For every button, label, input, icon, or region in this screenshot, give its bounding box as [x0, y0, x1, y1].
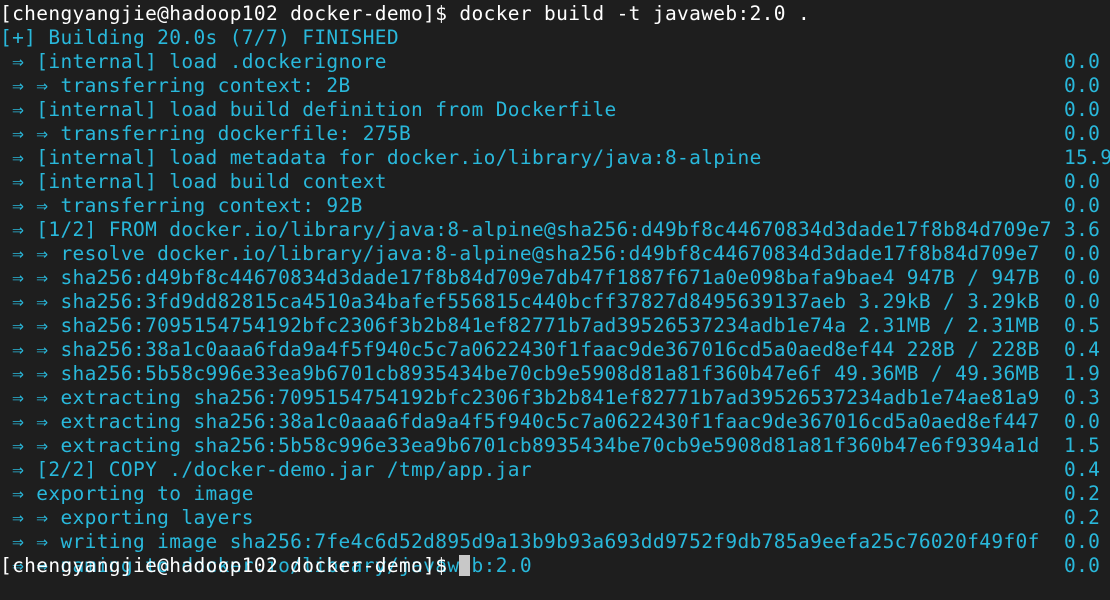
- step-duration: 3.6: [1064, 218, 1101, 241]
- step-duration: 0.0: [1064, 98, 1101, 121]
- build-step-line: ⇒ [internal] load build context: [0, 170, 387, 193]
- step-duration: 0.5: [1064, 314, 1101, 337]
- step-duration: 0.4: [1064, 338, 1101, 361]
- step-duration: 1.5: [1064, 434, 1101, 457]
- step-duration: 15.9: [1064, 146, 1110, 169]
- build-step-line: ⇒ ⇒ transferring dockerfile: 275B: [0, 122, 412, 145]
- build-step-line: ⇒ ⇒ sha256:3fd9dd82815ca4510a34bafef5568…: [0, 290, 1040, 313]
- step-duration: 0.0: [1064, 170, 1101, 193]
- step-duration: 0.0: [1064, 242, 1101, 265]
- build-step-line: ⇒ ⇒ resolve docker.io/library/java:8-alp…: [0, 242, 1040, 265]
- build-step-line: ⇒ ⇒ extracting sha256:7095154754192bfc23…: [0, 386, 1040, 409]
- build-step-line: ⇒ ⇒ transferring context: 2B: [0, 74, 351, 97]
- build-step-line: ⇒ ⇒ exporting layers: [0, 506, 254, 529]
- text-cursor: [459, 555, 471, 576]
- step-duration: 0.2: [1064, 482, 1101, 505]
- step-duration: 0.0: [1064, 554, 1101, 577]
- build-step-line: ⇒ [internal] load build definition from …: [0, 98, 617, 121]
- step-duration: 0.0: [1064, 122, 1101, 145]
- build-step-line: ⇒ exporting to image: [0, 482, 254, 505]
- step-duration: 0.0: [1064, 50, 1101, 73]
- step-duration: 0.2: [1064, 506, 1101, 529]
- command-text: docker build -t javaweb:2.0 .: [459, 2, 811, 25]
- shell-prompt: [chengyangjie@hadoop102 docker-demo]$: [0, 2, 460, 25]
- step-duration: 0.0: [1064, 410, 1101, 433]
- build-step-line: ⇒ ⇒ sha256:5b58c996e33ea9b6701cb8935434b…: [0, 362, 1040, 385]
- build-step-line: ⇒ ⇒ sha256:38a1c0aaa6fda9a4f5f940c5c7a06…: [0, 338, 1040, 361]
- step-duration: 0.0: [1064, 194, 1101, 217]
- step-duration: 0.4: [1064, 458, 1101, 481]
- build-step-line: ⇒ [2/2] COPY ./docker-demo.jar /tmp/app.…: [0, 458, 532, 481]
- build-step-line: ⇒ [internal] load .dockerignore: [0, 50, 387, 73]
- build-step-line: ⇒ ⇒ writing image sha256:7fe4c6d52d895d9…: [0, 530, 1040, 553]
- command-line: [chengyangjie@hadoop102 docker-demo]$ do…: [0, 2, 810, 26]
- build-step-line: ⇒ [1/2] FROM docker.io/library/java:8-al…: [0, 218, 1052, 241]
- build-step-line: ⇒ ⇒ extracting sha256:38a1c0aaa6fda9a4f5…: [0, 410, 1040, 433]
- build-step-line: ⇒ ⇒ transferring context: 92B: [0, 194, 363, 217]
- step-duration: 0.0: [1064, 74, 1101, 97]
- step-duration: 1.9: [1064, 362, 1101, 385]
- step-duration: 0.0: [1064, 266, 1101, 289]
- shell-prompt: [chengyangjie@hadoop102 docker-demo]$: [0, 554, 460, 577]
- step-duration: 0.3: [1064, 386, 1101, 409]
- final-prompt-line[interactable]: [chengyangjie@hadoop102 docker-demo]$: [0, 554, 471, 578]
- build-step-line: ⇒ ⇒ extracting sha256:5b58c996e33ea9b670…: [0, 434, 1040, 457]
- step-duration: 0.0: [1064, 290, 1101, 313]
- step-duration: 0.0: [1064, 530, 1101, 553]
- build-status-line: [+] Building 20.0s (7/7) FINISHED: [0, 26, 399, 49]
- build-step-line: ⇒ ⇒ sha256:7095154754192bfc2306f3b2b841e…: [0, 314, 1040, 337]
- terminal-window[interactable]: [chengyangjie@hadoop102 docker-demo]$ do…: [0, 0, 1110, 600]
- build-step-line: ⇒ ⇒ sha256:d49bf8c44670834d3dade17f8b84d…: [0, 266, 1040, 289]
- build-step-line: ⇒ [internal] load metadata for docker.io…: [0, 146, 762, 169]
